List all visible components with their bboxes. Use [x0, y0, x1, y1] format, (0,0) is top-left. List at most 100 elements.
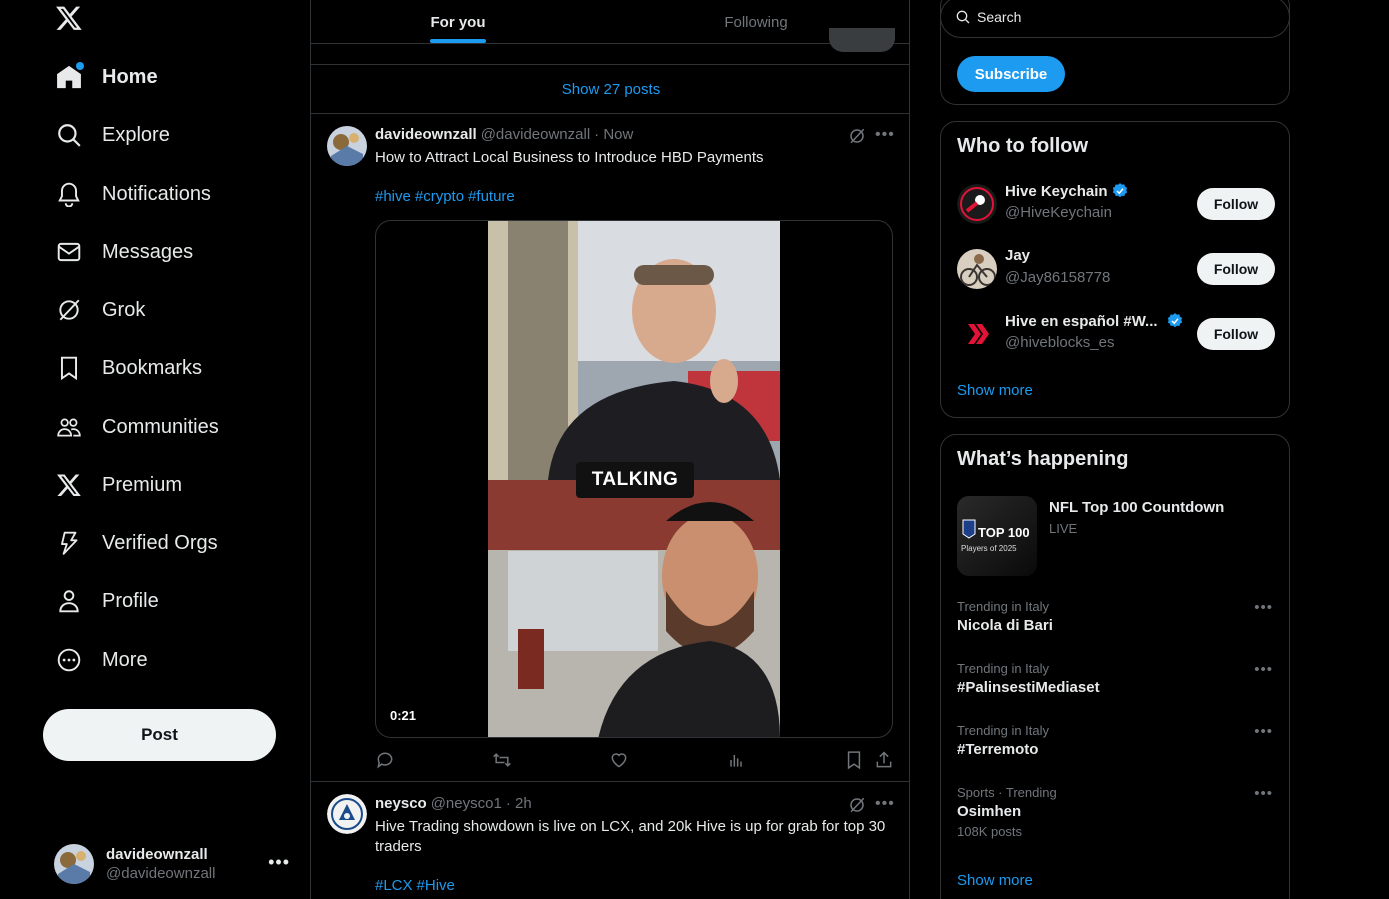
who-to-follow-title: Who to follow — [957, 135, 1089, 157]
verified-badge-icon — [1112, 183, 1127, 198]
more-dots-icon[interactable]: ••• — [1254, 661, 1273, 678]
verified-badge-icon — [1167, 313, 1182, 328]
bookmark-icon — [56, 355, 82, 381]
nav-notifications[interactable]: Notifications — [44, 169, 223, 219]
nav-label: Premium — [102, 473, 183, 496]
nfl-thumbnail: TOP 100 Players of 2025 — [957, 496, 1037, 576]
premium-subscribe-box: Subscribe — [940, 0, 1290, 105]
whats-happening-title: What’s happening — [957, 448, 1129, 470]
hashtag-link[interactable]: #hive — [375, 188, 411, 205]
avatar[interactable] — [327, 794, 367, 834]
nav-premium[interactable]: Premium — [44, 460, 194, 510]
avatar[interactable] — [327, 126, 367, 166]
show-new-posts-button[interactable]: Show 27 posts — [311, 64, 909, 114]
suggestion-name: Jay — [1005, 247, 1031, 264]
trend-title: Osimhen — [957, 803, 1022, 820]
featured-status: LIVE — [1049, 521, 1078, 536]
nfl-thumbnail-text: TOP 100 — [978, 525, 1030, 540]
more-dots-icon[interactable]: ••• — [1254, 599, 1273, 616]
trend-post-count: 108K posts — [957, 824, 1023, 839]
nav-home[interactable]: Home — [44, 52, 170, 102]
nav-grok[interactable]: Grok — [44, 285, 157, 335]
nav-label: Messages — [102, 240, 194, 263]
tweet-author-name[interactable]: davideownzall — [375, 126, 477, 143]
follow-button[interactable]: Follow — [1197, 318, 1275, 350]
trend-item[interactable]: Trending in Italy #PalinsestiMediaset ••… — [957, 661, 1275, 696]
subscribe-button[interactable]: Subscribe — [957, 56, 1065, 92]
tweet-author-handle[interactable]: @davideownzall — [481, 126, 590, 143]
more-dots-icon[interactable]: ••• — [875, 795, 895, 813]
nav-label: Bookmarks — [102, 356, 203, 379]
bell-icon — [56, 181, 82, 207]
tweet[interactable]: davideownzall @davideownzall · Now ••• H… — [311, 114, 909, 782]
tab-for-you[interactable]: For you — [403, 0, 513, 44]
nav-label: More — [102, 648, 148, 671]
trend-item[interactable]: Sports · Trending Osimhen 108K posts ••• — [957, 785, 1275, 839]
share-icon[interactable] — [874, 750, 894, 770]
nav-label: Grok — [102, 298, 146, 321]
bookmark-icon[interactable] — [844, 750, 864, 770]
nav-explore[interactable]: Explore — [44, 110, 182, 160]
grok-icon — [56, 297, 82, 323]
like-icon[interactable] — [609, 750, 629, 770]
follow-button[interactable]: Follow — [1197, 188, 1275, 220]
tweet-author-name[interactable]: neysco — [375, 795, 427, 812]
account-switcher[interactable]: davideownzall @davideownzall ••• — [44, 834, 304, 894]
tweet-hashtags: #LCX #Hive — [375, 877, 459, 894]
nav-communities[interactable]: Communities — [44, 402, 231, 452]
tweet-time[interactable]: · 2h — [506, 795, 532, 812]
hashtag-link[interactable]: #Hive — [417, 877, 455, 894]
more-dots-icon[interactable]: ••• — [875, 126, 895, 144]
hashtag-link[interactable]: #crypto — [415, 188, 464, 205]
whats-happening: What’s happening TOP 100 Players of 2025… — [940, 434, 1290, 899]
account-name: davideownzall — [106, 846, 208, 863]
tweet-time[interactable]: · Now — [594, 126, 633, 143]
envelope-icon — [56, 239, 82, 265]
nav-bookmarks[interactable]: Bookmarks — [44, 343, 214, 393]
tweet-text: How to Attract Local Business to Introdu… — [375, 149, 764, 166]
nav-label: Communities — [102, 415, 219, 438]
trend-meta: Trending in Italy — [957, 723, 1050, 738]
follow-suggestion[interactable]: Hive en español #W... @hiveblocks_es Fol… — [957, 310, 1275, 358]
post-button[interactable]: Post — [43, 709, 276, 761]
grok-icon[interactable] — [848, 796, 868, 816]
nav-more[interactable]: More — [44, 635, 160, 685]
main-feed: For you Following Show 27 posts davideow… — [310, 0, 910, 899]
follow-suggestion[interactable]: Hive Keychain @HiveKeychain Follow — [957, 180, 1275, 228]
hashtag-link[interactable]: #future — [468, 188, 515, 205]
nav-verified-orgs[interactable]: Verified Orgs — [44, 518, 230, 568]
tweet-video[interactable]: TALKING 0:21 — [375, 220, 893, 738]
x-logo-icon[interactable] — [54, 4, 84, 32]
more-dots-icon[interactable]: ••• — [1254, 723, 1273, 740]
right-sidebar: Search Subscribe Who to follow Hive Keyc… — [940, 0, 1290, 899]
more-dots-icon[interactable]: ••• — [1254, 785, 1273, 802]
notification-dot — [76, 62, 84, 70]
tweet[interactable]: neysco @neysco1 · 2h ••• Hive Trading sh… — [311, 782, 909, 899]
tab-following[interactable]: Following — [701, 0, 811, 44]
nav-messages[interactable]: Messages — [44, 227, 205, 277]
account-handle: @davideownzall — [106, 865, 216, 882]
show-more-link[interactable]: Show more — [957, 872, 1033, 889]
follow-suggestion[interactable]: Jay @Jay86158778 Follow — [957, 245, 1275, 293]
hashtag-link[interactable]: #LCX — [375, 877, 413, 894]
home-icon — [56, 62, 84, 90]
grok-icon[interactable] — [848, 127, 868, 147]
tweet-author-handle[interactable]: @neysco1 — [431, 795, 502, 812]
tweet-text: Hive Trading showdown is live on LCX, an… — [375, 818, 886, 855]
nav-label: Explore — [102, 123, 170, 146]
views-icon[interactable] — [726, 750, 746, 770]
avatar — [957, 249, 997, 289]
suggestion-name: Hive en español #W... — [1005, 312, 1184, 330]
x-logo-icon — [56, 472, 82, 498]
video-frame[interactable]: TALKING — [488, 221, 780, 737]
nav-profile[interactable]: Profile — [44, 576, 171, 626]
repost-icon[interactable] — [492, 750, 512, 770]
trend-meta: Trending in Italy — [957, 599, 1050, 614]
communities-icon — [56, 414, 82, 440]
show-more-link[interactable]: Show more — [957, 382, 1033, 399]
trend-item[interactable]: Trending in Italy Nicola di Bari ••• — [957, 599, 1275, 634]
trend-item[interactable]: Trending in Italy #Terremoto ••• — [957, 723, 1275, 758]
reply-icon[interactable] — [375, 750, 395, 770]
nav-label: Notifications — [102, 182, 211, 205]
follow-button[interactable]: Follow — [1197, 253, 1275, 285]
